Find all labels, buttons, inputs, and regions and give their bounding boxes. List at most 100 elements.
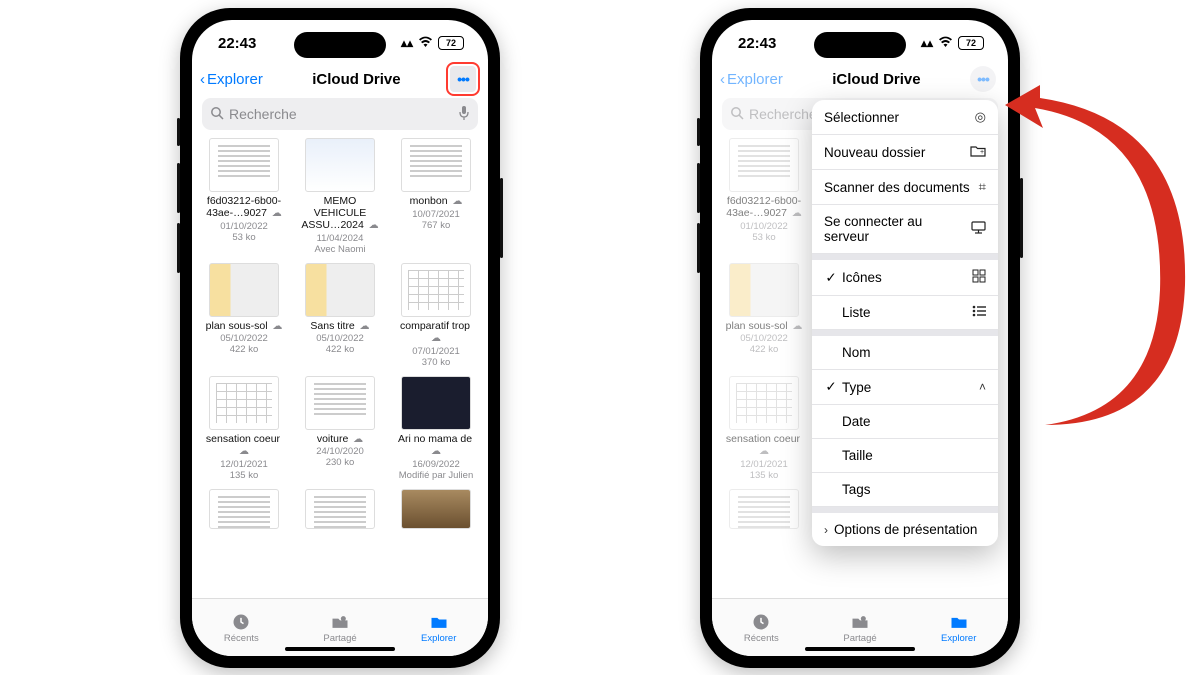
file-item[interactable]: f6d03212-6b00-43ae-…9027 ☁︎01/10/202253 … [198,138,290,255]
menu-scan[interactable]: Scanner des documents ⌗ [812,170,998,205]
file-item[interactable]: sensation coeur ☁︎12/01/2021135 ko [718,376,810,481]
side-button [1020,178,1023,258]
file-date: 10/07/2021 [412,209,460,220]
file-thumbnail [209,263,279,317]
menu-label: Tags [842,482,871,497]
file-size: 53 ko [232,232,255,243]
back-label: Explorer [727,71,783,88]
menu-select[interactable]: Sélectionner ◎ [812,100,998,135]
file-item[interactable] [718,489,810,532]
tab-label: Partagé [323,633,356,644]
file-item[interactable]: voiture ☁︎24/10/2020230 ko [294,376,386,481]
menu-view-icons[interactable]: ✓ Icônes [812,260,998,296]
file-size: 135 ko [750,470,779,481]
file-thumbnail [729,138,799,192]
back-button[interactable]: ‹ Explorer [720,71,783,88]
menu-label: Icônes [842,270,882,285]
file-name: plan sous-sol ☁︎ [726,320,803,333]
cloud-icon: ☁︎ [239,446,249,457]
mic-icon[interactable] [458,105,470,124]
file-name: Ari no mama de ☁︎ [394,433,478,458]
file-thumbnail [305,489,375,529]
cloud-icon: ☁︎ [366,220,379,231]
wifi-icon [938,36,953,51]
chevron-right-icon: › [824,523,828,537]
file-date: 12/01/2021 [220,459,268,470]
menu-sort-name[interactable]: Nom [812,336,998,370]
menu-sort-date[interactable]: Date [812,405,998,439]
menu-sort-type[interactable]: ✓Type ˄ [812,370,998,405]
cloud-icon: ☁︎ [450,196,463,207]
side-button [177,163,180,213]
file-date: 24/10/2020 [316,446,364,457]
file-thumbnail [305,376,375,430]
tab-browse[interactable]: Explorer [389,599,488,656]
menu-label: Nouveau dossier [824,145,925,160]
file-item[interactable]: Ari no mama de ☁︎16/09/2022Modifié par J… [390,376,482,481]
file-thumbnail [401,138,471,192]
more-button[interactable]: ••• [970,66,996,92]
back-button[interactable]: ‹ Explorer [200,71,263,88]
menu-sort-size[interactable]: Taille [812,439,998,473]
menu-presentation-options[interactable]: ›Options de présentation [812,513,998,546]
side-button [177,223,180,273]
file-date: 01/10/2022 [740,221,788,232]
file-item[interactable]: plan sous-sol ☁︎05/10/2022422 ko [718,263,810,368]
cellular-icon: ▴▴ [921,36,933,50]
svg-text:+: + [980,149,984,156]
file-item[interactable]: sensation coeur ☁︎12/01/2021135 ko [198,376,290,481]
checkmark-icon: ✓ [824,270,838,286]
file-name: Sans titre ☁︎ [310,320,369,333]
more-button[interactable]: ••• [450,66,476,92]
file-item[interactable] [294,489,386,532]
file-item[interactable]: MEMO VEHICULE ASSU…2024 ☁︎11/04/2024Avec… [294,138,386,255]
file-item[interactable]: monbon ☁︎10/07/2021767 ko [390,138,482,255]
chevron-left-icon: ‹ [200,71,205,88]
file-size: 230 ko [326,457,355,468]
cloud-icon: ☁︎ [269,208,282,219]
search-icon [730,106,744,123]
file-item[interactable]: plan sous-sol ☁︎05/10/2022422 ko [198,263,290,368]
file-item[interactable]: Sans titre ☁︎05/10/2022422 ko [294,263,386,368]
search-bar[interactable]: Recherche [202,98,478,130]
file-thumbnail [729,489,799,529]
back-label: Explorer [207,71,263,88]
file-thumbnail [401,489,471,529]
file-size: 370 ko [422,357,451,368]
side-button [697,223,700,273]
search-placeholder: Recherche [229,106,297,122]
menu-sort-tags[interactable]: Tags [812,473,998,507]
cellular-icon: ▴▴ [401,36,413,50]
file-date: 05/10/2022 [220,333,268,344]
file-item[interactable]: comparatif trop ☁︎07/01/2021370 ko [390,263,482,368]
file-item[interactable] [390,489,482,532]
file-date: 01/10/2022 [220,221,268,232]
scan-icon: ⌗ [979,179,986,195]
file-name: monbon ☁︎ [410,195,463,208]
tab-recents[interactable]: Récents [712,599,811,656]
file-grid: f6d03212-6b00-43ae-…9027 ☁︎01/10/202253 … [192,138,488,598]
menu-connect-server[interactable]: Se connecter au serveur [812,205,998,254]
battery-icon: 72 [438,36,464,50]
file-thumbnail [305,263,375,317]
file-item[interactable] [198,489,290,532]
file-name: MEMO VEHICULE ASSU…2024 ☁︎ [298,195,382,232]
file-name: comparatif trop ☁︎ [394,320,478,345]
annotation-arrow [1005,50,1200,430]
cloud-icon: ☁︎ [350,434,363,445]
file-item[interactable]: f6d03212-6b00-43ae-…9027 ☁︎01/10/202253 … [718,138,810,255]
folder-plus-icon: + [970,144,986,160]
file-thumbnail [729,376,799,430]
phone-left: 22:43 ▴▴ 72 ‹ Explorer iCloud Drive ••• [180,8,500,668]
status-time: 22:43 [738,35,776,52]
chevron-left-icon: ‹ [720,71,725,88]
tab-recents[interactable]: Récents [192,599,291,656]
file-name: f6d03212-6b00-43ae-…9027 ☁︎ [202,195,286,220]
menu-new-folder[interactable]: Nouveau dossier + [812,135,998,170]
search-icon [210,106,224,123]
tab-browse[interactable]: Explorer [909,599,1008,656]
dynamic-island [294,32,386,58]
menu-view-list[interactable]: Liste [812,296,998,330]
file-name: f6d03212-6b00-43ae-…9027 ☁︎ [722,195,806,220]
checkmark-icon: ✓ [824,379,838,395]
